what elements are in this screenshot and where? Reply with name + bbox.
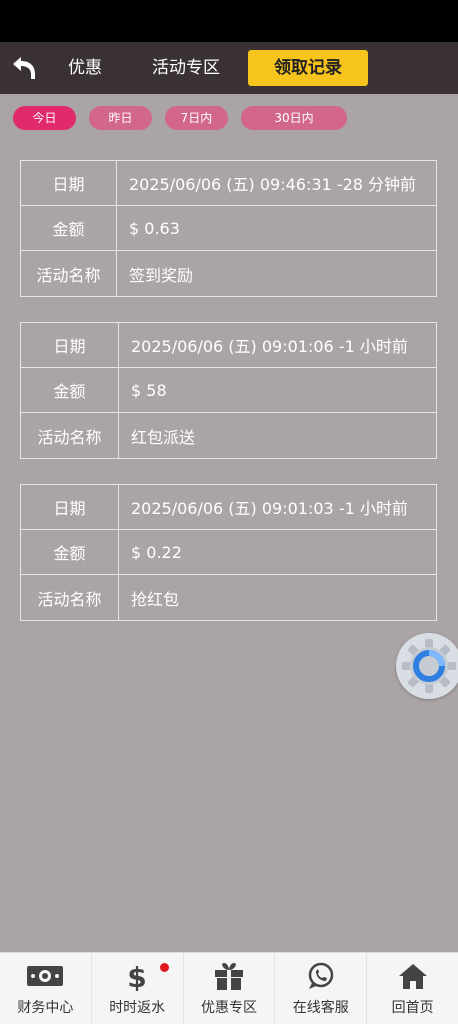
home-icon: [398, 963, 427, 989]
date-value: 2025/06/06 (五) 09:01:03 -1 小时前: [131, 499, 408, 518]
activity-value: 红包派送: [131, 427, 196, 447]
bottom-nav: 财务中心 $ 时时返水 优惠专区 在线客服 回首页: [0, 952, 458, 1024]
tab-discounts[interactable]: 优惠: [68, 42, 102, 94]
nav-rebate[interactable]: $ 时时返水: [92, 953, 184, 1024]
tab-activity-zone[interactable]: 活动专区: [152, 42, 220, 94]
record-row-amount: 金额 $ 0.22: [21, 530, 436, 575]
activity-value: 抢红包: [131, 589, 180, 609]
notification-dot: [159, 963, 169, 972]
record-row-activity: 活动名称 抢红包: [21, 575, 436, 620]
amount-value: $ 58: [131, 380, 167, 400]
tab-claim-records[interactable]: 领取记录: [248, 50, 368, 86]
filter-7-days[interactable]: 7日内: [165, 106, 228, 130]
date-label: 日期: [21, 323, 119, 367]
record-card: 日期 2025/06/06 (五) 09:46:31 -28 分钟前 金额 $ …: [20, 160, 437, 297]
activity-label: 活动名称: [21, 251, 117, 296]
dollar-icon: $: [127, 961, 146, 991]
record-row-amount: 金额 $ 0.63: [21, 206, 436, 251]
back-arrow-icon: [13, 57, 35, 79]
nav-label: 优惠专区: [200, 999, 257, 1016]
record-row-date: 日期 2025/06/06 (五) 09:46:31 -28 分钟前: [21, 161, 436, 206]
nav-customer-service[interactable]: 在线客服: [275, 953, 368, 1024]
nav-label: 时时返水: [109, 999, 166, 1016]
nav-label: 财务中心: [17, 999, 74, 1016]
date-value: 2025/06/06 (五) 09:46:31 -28 分钟前: [129, 175, 417, 194]
top-nav: 优惠 活动专区 领取记录: [0, 42, 458, 94]
filter-yesterday[interactable]: 昨日: [89, 106, 152, 130]
gift-icon: [214, 962, 243, 990]
date-filter-bar: 今日 昨日 7日内 30日内: [13, 106, 347, 130]
money-icon: [27, 965, 64, 986]
back-button[interactable]: [8, 52, 40, 84]
activity-label: 活动名称: [21, 575, 119, 620]
record-card: 日期 2025/06/06 (五) 09:01:03 -1 小时前 金额 $ 0…: [20, 484, 437, 621]
record-row-activity: 活动名称 签到奖励: [21, 251, 436, 296]
record-row-date: 日期 2025/06/06 (五) 09:01:06 -1 小时前: [21, 323, 436, 368]
nav-label: 回首页: [391, 999, 434, 1016]
gear-icon: [402, 639, 456, 693]
status-bar: [0, 0, 458, 42]
amount-label: 金额: [21, 530, 119, 574]
record-row-amount: 金额 $ 58: [21, 368, 436, 413]
record-row-activity: 活动名称 红包派送: [21, 413, 436, 458]
activity-label: 活动名称: [21, 413, 119, 458]
amount-value: $ 0.22: [131, 542, 182, 562]
nav-finance-center[interactable]: 财务中心: [0, 953, 92, 1024]
nav-home[interactable]: 回首页: [367, 953, 458, 1024]
amount-label: 金额: [21, 368, 119, 412]
activity-value: 签到奖励: [129, 265, 194, 285]
amount-value: $ 0.63: [129, 218, 180, 238]
floating-settings-button[interactable]: [396, 633, 458, 699]
chat-icon: [308, 962, 334, 989]
record-row-date: 日期 2025/06/06 (五) 09:01:03 -1 小时前: [21, 485, 436, 530]
nav-promotions[interactable]: 优惠专区: [184, 953, 276, 1024]
date-label: 日期: [21, 161, 117, 205]
filter-today[interactable]: 今日: [13, 106, 76, 130]
record-card: 日期 2025/06/06 (五) 09:01:06 -1 小时前 金额 $ 5…: [20, 322, 437, 459]
filter-30-days[interactable]: 30日内: [241, 106, 347, 130]
amount-label: 金额: [21, 206, 117, 250]
svg-text:$: $: [127, 961, 146, 991]
nav-label: 在线客服: [292, 999, 349, 1016]
date-label: 日期: [21, 485, 119, 529]
date-value: 2025/06/06 (五) 09:01:06 -1 小时前: [131, 337, 408, 356]
